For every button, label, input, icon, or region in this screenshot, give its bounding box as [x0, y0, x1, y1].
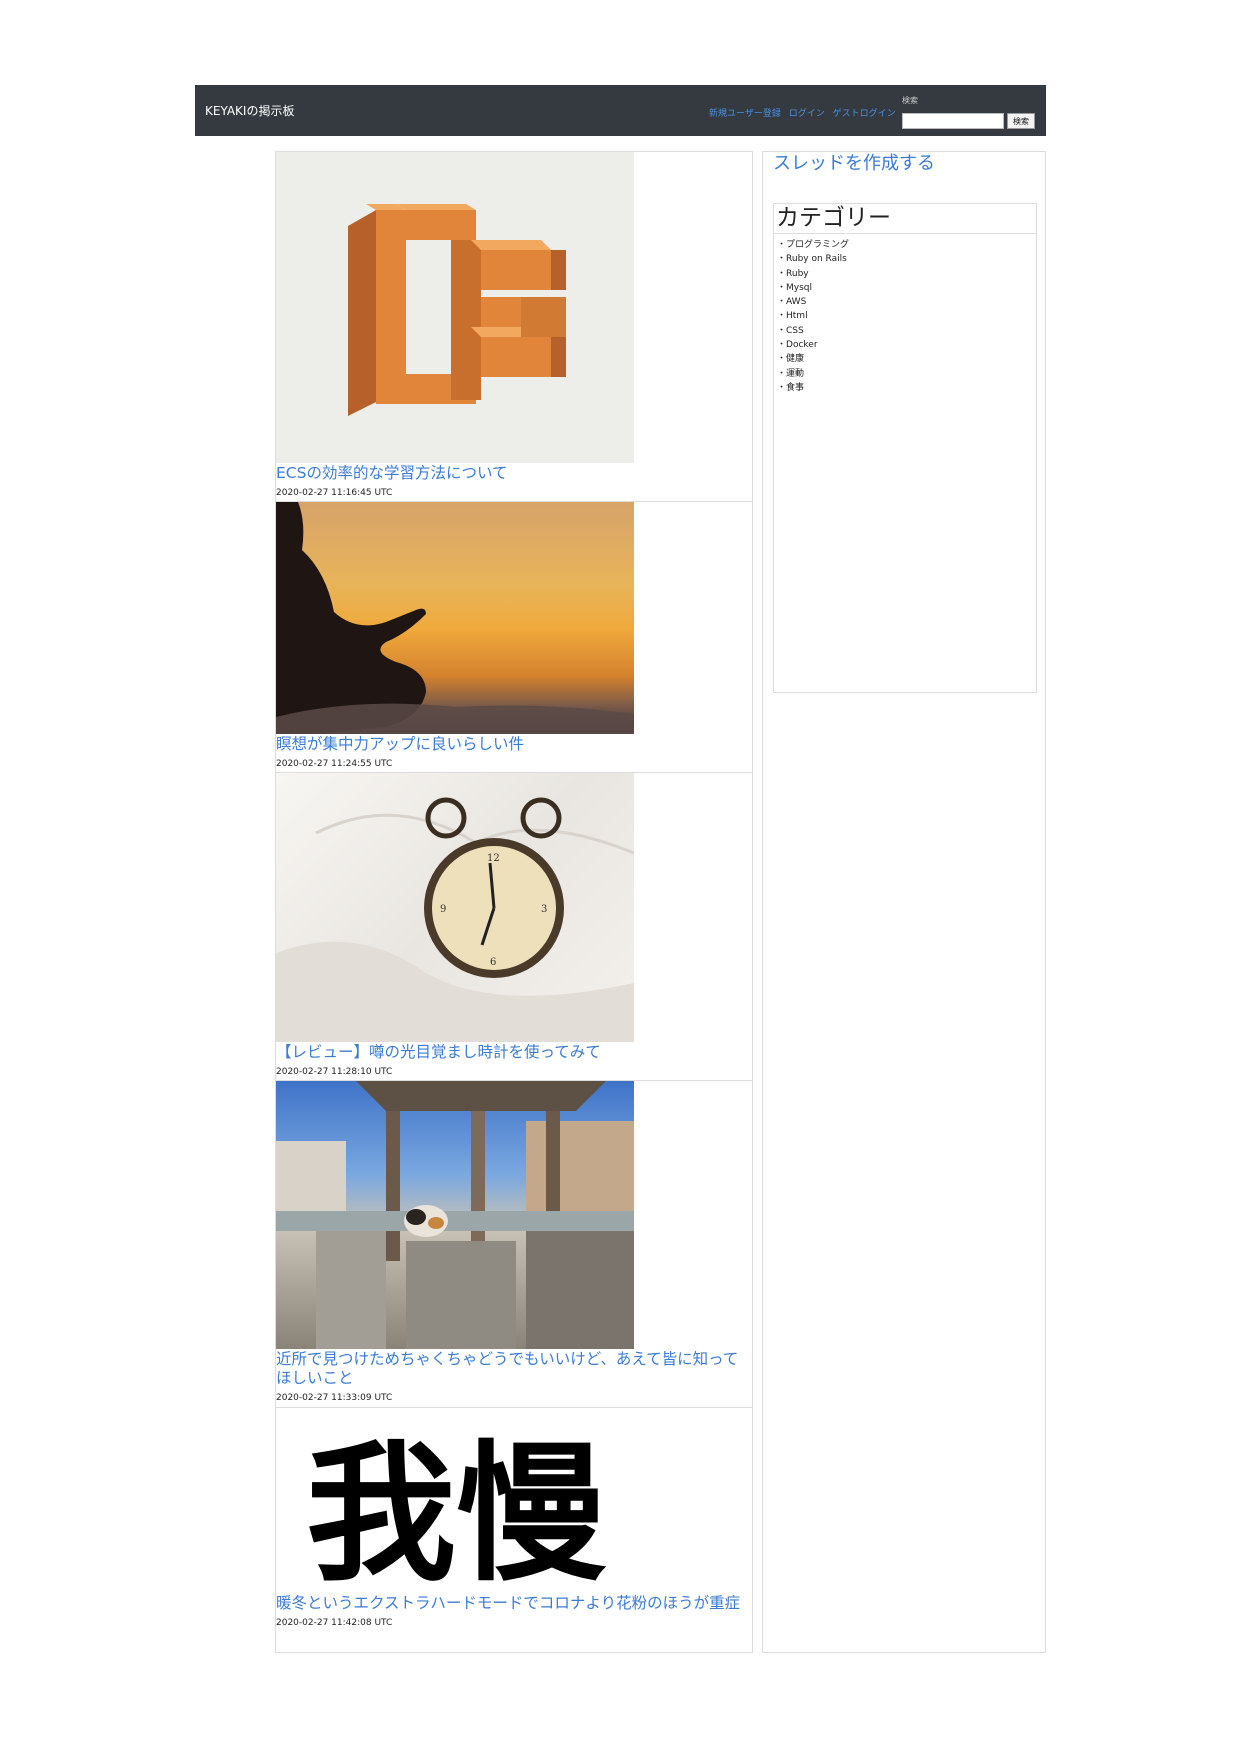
svg-text:我慢: 我慢 [306, 1426, 607, 1593]
ecs-logo-icon [348, 204, 566, 416]
post-thumbnail-alarm-clock[interactable]: 12 3 6 9 [276, 773, 634, 1042]
category-panel: カテゴリー プログラミング Ruby on Rails Ruby Mysql A… [773, 203, 1037, 693]
category-item[interactable]: Ruby on Rails [777, 252, 1036, 266]
nav-links: 新規ユーザー登録 ログイン ゲストログイン [709, 106, 901, 119]
category-item[interactable]: CSS [777, 324, 1036, 338]
svg-text:9: 9 [440, 904, 446, 915]
category-item[interactable]: AWS [777, 295, 1036, 309]
post-title[interactable]: ECSの効率的な学習方法について [276, 463, 752, 483]
sidebar: スレッドを作成する カテゴリー プログラミング Ruby on Rails Ru… [762, 151, 1046, 1653]
post-thumbnail-cat-shrine[interactable] [276, 1081, 634, 1349]
post-item: 12 3 6 9 【レビュー】噂の光目覚まし時計を使ってみて 2020-02-2… [276, 773, 752, 1081]
category-item[interactable]: 食事 [777, 381, 1036, 395]
category-item[interactable]: 運動 [777, 367, 1036, 381]
svg-text:3: 3 [541, 904, 547, 915]
search-form: 検索 検索 [902, 95, 1042, 131]
category-item[interactable]: Docker [777, 338, 1036, 352]
category-item[interactable]: 健康 [777, 352, 1036, 366]
search-label: 検索 [902, 96, 918, 105]
search-button[interactable]: 検索 [1007, 113, 1035, 129]
top-navbar: KEYAKIの掲示板 新規ユーザー登録 ログイン ゲストログイン 検索 検索 [195, 85, 1046, 136]
category-heading: カテゴリー [774, 204, 1036, 234]
guest-login-link[interactable]: ゲストログイン [833, 109, 896, 119]
signup-link[interactable]: 新規ユーザー登録 [709, 109, 781, 119]
brand-link[interactable]: KEYAKIの掲示板 [205, 102, 294, 119]
create-thread-link[interactable]: スレッドを作成する [773, 152, 935, 176]
login-link[interactable]: ログイン [789, 109, 825, 119]
search-input[interactable] [902, 113, 1004, 129]
post-list: ECSの効率的な学習方法について 2020-02-27 11:16:45 UTC… [275, 151, 753, 1653]
post-title[interactable]: 瞑想が集中力アップに良いらしい件 [276, 734, 752, 754]
svg-text:6: 6 [490, 957, 496, 968]
post-thumbnail-meditation[interactable] [276, 502, 634, 734]
post-item: 瞑想が集中力アップに良いらしい件 2020-02-27 11:24:55 UTC [276, 502, 752, 773]
post-date: 2020-02-27 11:16:45 UTC [276, 488, 393, 498]
category-item[interactable]: Html [777, 309, 1036, 323]
post-date: 2020-02-27 11:24:55 UTC [276, 759, 393, 769]
post-date: 2020-02-27 11:33:09 UTC [276, 1393, 393, 1403]
category-item[interactable]: プログラミング [777, 238, 1036, 252]
post-thumbnail-calligraphy[interactable]: 我慢 [276, 1408, 634, 1593]
post-title[interactable]: 【レビュー】噂の光目覚まし時計を使ってみて [276, 1042, 752, 1062]
alarm-clock-icon: 12 3 6 9 [276, 797, 634, 1042]
post-item: 近所で見つけためちゃくちゃどうでもいいけど、あえて皆に知ってほしいこと 2020… [276, 1081, 752, 1408]
post-date: 2020-02-27 11:28:10 UTC [276, 1067, 393, 1077]
svg-text:12: 12 [487, 853, 500, 864]
post-title[interactable]: 近所で見つけためちゃくちゃどうでもいいけど、あえて皆に知ってほしいこと [276, 1349, 752, 1388]
post-item: 我慢 暖冬というエクストラハードモードでコロナより花粉のほうが重症 2020-0… [276, 1408, 752, 1652]
post-thumbnail-ecs[interactable] [276, 152, 634, 463]
post-item: ECSの効率的な学習方法について 2020-02-27 11:16:45 UTC [276, 152, 752, 502]
post-title[interactable]: 暖冬というエクストラハードモードでコロナより花粉のほうが重症 [276, 1593, 752, 1613]
category-item[interactable]: Ruby [777, 267, 1036, 281]
cat-shrine-icon [276, 1081, 634, 1349]
post-date: 2020-02-27 11:42:08 UTC [276, 1618, 393, 1628]
category-list: プログラミング Ruby on Rails Ruby Mysql AWS Htm… [774, 238, 1036, 395]
category-item[interactable]: Mysql [777, 281, 1036, 295]
calligraphy-image: 我慢 [306, 1426, 607, 1593]
meditation-silhouette-icon [276, 502, 634, 734]
